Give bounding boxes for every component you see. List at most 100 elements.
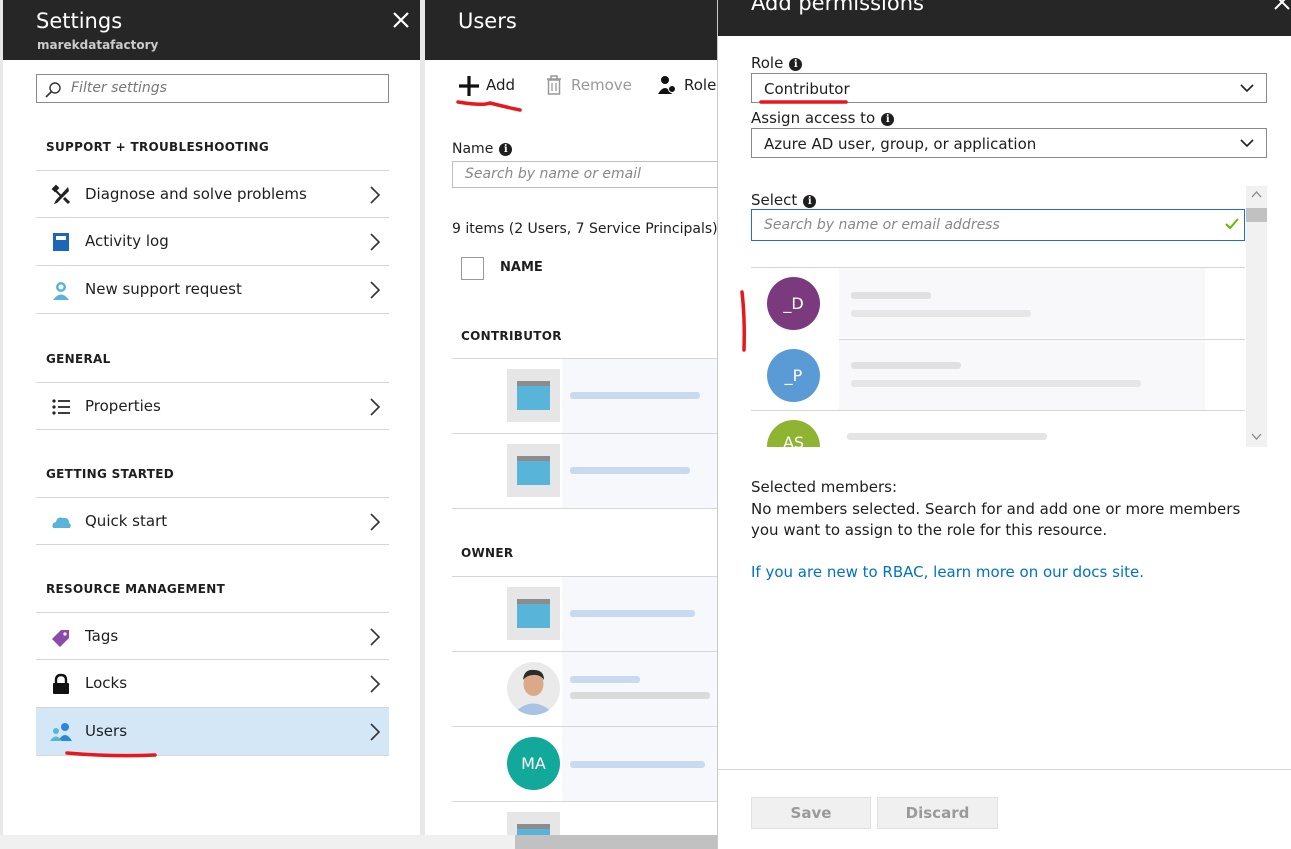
- chevron-right-icon: [370, 233, 381, 251]
- select-label: Select i: [751, 191, 817, 209]
- chevron-down-icon: [1240, 84, 1254, 93]
- selected-members-heading: Selected members:: [751, 478, 898, 496]
- result-avatar: _P: [767, 349, 820, 402]
- discard-button[interactable]: Discard: [877, 797, 998, 829]
- items-count: 9 items (2 Users, 7 Service Principals): [452, 221, 717, 237]
- group-heading-contributor: CONTRIBUTOR: [461, 329, 562, 343]
- redacted-entry: [839, 340, 1205, 410]
- info-icon[interactable]: i: [789, 58, 803, 71]
- cloud-icon: [52, 517, 71, 528]
- selected-members-text: No members selected. Search for and add …: [751, 499, 1241, 540]
- filter-placeholder: Filter settings: [71, 80, 167, 96]
- settings-subtitle: marekdatafactory: [37, 38, 159, 52]
- chevron-right-icon: [370, 513, 381, 531]
- settings-blade: Settings marekdatafactory Filter setting…: [3, 0, 420, 835]
- close-icon[interactable]: [1272, 0, 1291, 12]
- results-scrollbar[interactable]: [1246, 186, 1267, 447]
- result-avatar: AS: [767, 420, 820, 447]
- results-scrollbar-thumb[interactable]: [1246, 208, 1267, 222]
- assign-access-label: Assign access to i: [751, 109, 895, 127]
- select-label-text: Select: [751, 191, 798, 209]
- roles-button[interactable]: Roles: [657, 72, 717, 98]
- role-label: Role i: [751, 54, 803, 72]
- menu-item-label: Tags: [85, 627, 119, 645]
- result-item[interactable]: _P: [751, 340, 1245, 411]
- trash-icon: [547, 75, 561, 95]
- chevron-right-icon: [370, 398, 381, 416]
- select-search-input[interactable]: Search by name or email address: [751, 209, 1245, 241]
- roles-label: Roles: [684, 76, 717, 94]
- menu-item-label: Users: [85, 722, 128, 740]
- name-label-text: Name: [452, 141, 494, 157]
- section-heading-general: GENERAL: [46, 352, 111, 366]
- menu-item-quick-start[interactable]: Quick start: [36, 497, 389, 545]
- user-photo-avatar: [507, 662, 560, 715]
- remove-button[interactable]: Remove: [545, 72, 635, 98]
- close-icon[interactable]: [390, 9, 412, 31]
- result-avatar: _D: [767, 277, 820, 330]
- menu-item-label: Locks: [85, 674, 128, 692]
- red-annotation-underline: [65, 751, 157, 758]
- menu-item-tags[interactable]: Tags: [36, 612, 389, 660]
- users-icon: [50, 723, 72, 741]
- add-permissions-blade: Add permissions Role i Contributor Assign…: [717, 0, 1291, 849]
- menu-item-label: Properties: [85, 397, 161, 415]
- service-principal-icon: [507, 812, 560, 835]
- users-blade: Users Add Remove Roles Namei Search by n…: [425, 0, 717, 835]
- wrench-icon: [51, 184, 71, 205]
- remove-label: Remove: [571, 76, 632, 94]
- column-header-name[interactable]: NAME: [500, 260, 543, 275]
- menu-item-locks[interactable]: Locks: [36, 660, 389, 708]
- result-item[interactable]: _D: [751, 268, 1245, 339]
- add-permissions-header: Add permissions: [718, 0, 1291, 36]
- section-heading-support: SUPPORT + TROUBLESHOOTING: [46, 140, 269, 154]
- table-row[interactable]: MA: [452, 727, 717, 802]
- menu-item-activity-log[interactable]: Activity log: [36, 218, 389, 266]
- chevron-right-icon: [370, 723, 381, 741]
- redacted-entry: [839, 268, 1205, 338]
- select-search-placeholder: Search by name or email address: [764, 217, 1000, 233]
- horizontal-scrollbar-thumb[interactable]: [515, 835, 717, 849]
- menu-item-label: Activity log: [85, 232, 169, 250]
- menu-item-properties[interactable]: Properties: [36, 382, 389, 430]
- info-icon[interactable]: i: [881, 113, 895, 126]
- role-value: Contributor: [764, 80, 850, 98]
- assign-access-dropdown[interactable]: Azure AD user, group, or application: [751, 128, 1267, 158]
- name-search-input[interactable]: Search by name or email: [452, 161, 717, 188]
- users-header: Users: [425, 0, 717, 60]
- red-annotation-mark: [740, 290, 746, 352]
- menu-item-label: New support request: [85, 280, 242, 298]
- divider: [718, 769, 1291, 770]
- scroll-up-icon[interactable]: [1251, 190, 1262, 198]
- select-all-checkbox[interactable]: [461, 257, 484, 280]
- redacted-entry: [562, 434, 717, 508]
- service-principal-icon: [507, 444, 560, 497]
- table-row[interactable]: [452, 652, 717, 727]
- table-row[interactable]: [452, 577, 717, 652]
- redacted-entry: [847, 433, 1047, 440]
- result-item[interactable]: AS: [751, 411, 1245, 447]
- roles-icon: [658, 76, 676, 94]
- redacted-entry: [562, 359, 717, 433]
- search-icon: [45, 82, 61, 98]
- menu-item-new-support-request[interactable]: New support request: [36, 266, 389, 314]
- red-annotation-underline: [759, 100, 848, 104]
- scroll-down-icon[interactable]: [1251, 433, 1262, 441]
- users-title: Users: [458, 9, 517, 33]
- service-principal-icon: [507, 587, 560, 640]
- menu-item-diagnose[interactable]: Diagnose and solve problems: [36, 170, 389, 218]
- table-row[interactable]: [452, 359, 717, 434]
- menu-item-label: Quick start: [85, 512, 168, 530]
- add-label: Add: [486, 76, 516, 94]
- filter-settings-input[interactable]: Filter settings: [36, 74, 389, 103]
- table-row[interactable]: [452, 802, 717, 835]
- info-icon[interactable]: i: [499, 143, 513, 156]
- rbac-docs-link[interactable]: If you are new to RBAC, learn more on ou…: [751, 563, 1144, 581]
- table-row[interactable]: [452, 434, 717, 509]
- save-button[interactable]: Save: [751, 797, 871, 829]
- red-annotation-underline: [456, 100, 522, 112]
- settings-header: Settings marekdatafactory: [3, 0, 420, 60]
- redacted-entry: [562, 577, 717, 651]
- info-icon[interactable]: i: [803, 195, 817, 208]
- redacted-entry: [562, 652, 717, 726]
